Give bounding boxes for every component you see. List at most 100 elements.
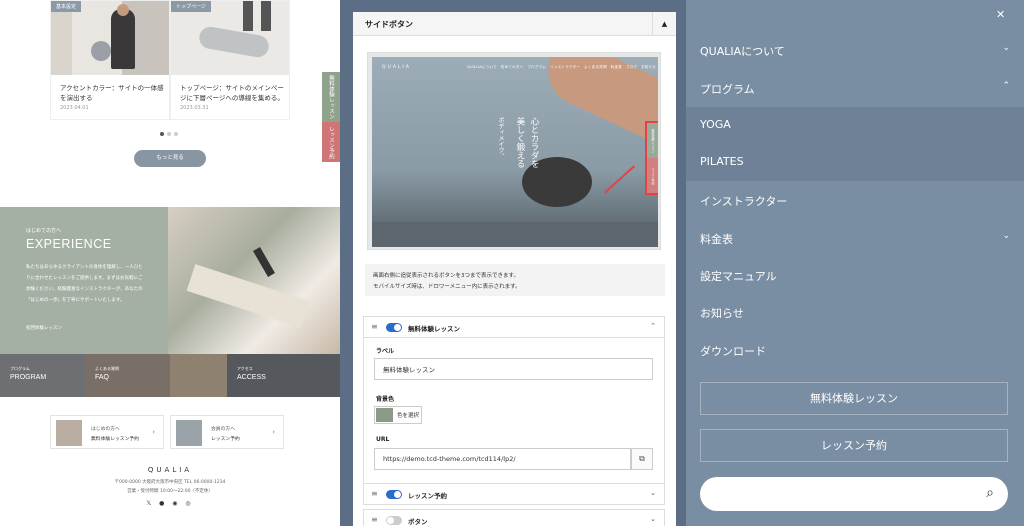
menu-item-about[interactable]: QUALIAについて ⌄ xyxy=(686,32,1024,69)
card-tag: トップページ xyxy=(171,1,211,12)
card-line2: レッスン予約 xyxy=(211,437,240,442)
drag-handle-icon[interactable]: ≡ xyxy=(371,490,378,498)
social-icons[interactable]: 𝕏 ● ◉ ◎ xyxy=(0,500,340,507)
button-settings: ラベル 背景色 色を選択 URL ⧉ xyxy=(363,338,665,485)
button-row-3[interactable]: ≡ ボタン ⌄ xyxy=(363,509,665,526)
toggle-switch[interactable] xyxy=(386,516,402,525)
button-row-reserve[interactable]: ≡ レッスン予約 ⌄ xyxy=(363,483,665,505)
close-icon[interactable]: ✕ xyxy=(996,8,1005,21)
url-field-label: URL xyxy=(376,436,390,443)
trial-lesson-button[interactable]: 無料体験レッスン xyxy=(700,382,1008,415)
info-line2: モバイルサイズ時は、ドロワーメニュー内に表示されます。 xyxy=(373,284,521,290)
button-row-trial[interactable]: ≡ 無料体験レッスン ⌃ xyxy=(363,316,665,338)
tile-label: ACCESS xyxy=(237,374,266,381)
tile-sub: プログラム xyxy=(10,366,30,371)
preview-nav: QUALIAについて 初めての方へ プログラム インストラクター よくある質問 … xyxy=(467,65,657,69)
lesson-reserve-button[interactable]: レッスン予約 xyxy=(700,429,1008,462)
info-line1: 画面右側に追従表示されるボタンを3つまで表示できます。 xyxy=(373,273,519,279)
row-label: レッスン予約 xyxy=(408,492,447,500)
menu-item-price[interactable]: 料金表 ⌄ xyxy=(686,220,1024,257)
label-field-label: ラベル xyxy=(376,348,395,355)
mobile-drawer-menu: ✕ QUALIAについて ⌄ プログラム ⌃ YOGA PILATES インストラク… xyxy=(686,0,1024,526)
more-button[interactable]: もっと見る xyxy=(134,150,206,167)
chevron-right-icon: › xyxy=(152,428,155,436)
menu-item-download[interactable]: ダウンロード xyxy=(686,332,1024,369)
access-tile[interactable]: アクセス ACCESS xyxy=(227,354,340,397)
experience-title: EXPERIENCE xyxy=(26,237,112,251)
color-picker-button[interactable]: 色を選択 xyxy=(374,406,422,424)
chevron-down-icon[interactable]: ⌄ xyxy=(650,515,656,523)
card-title: アクセントカラー：サイトの一体感を演出する xyxy=(60,84,164,102)
preview-catch2: ボディメイク。 xyxy=(497,117,504,159)
side-tab-reserve[interactable]: レッスン予約 xyxy=(322,122,340,162)
card-thumb xyxy=(56,420,82,446)
preview-catch1: 心とカラダを xyxy=(529,117,539,168)
carousel-dot[interactable] xyxy=(167,132,171,136)
external-link-icon[interactable]: ⧉ xyxy=(631,448,653,470)
bg-color-label: 背景色 xyxy=(376,396,395,403)
carousel-dot[interactable] xyxy=(160,132,164,136)
tile-sub: よくある質問 xyxy=(95,366,119,371)
chevron-down-icon[interactable]: ⌄ xyxy=(1002,43,1010,53)
experience-photo xyxy=(168,207,340,354)
drag-handle-icon[interactable]: ≡ xyxy=(371,516,378,524)
color-swatch xyxy=(376,408,393,422)
menu-label: インストラクター xyxy=(700,195,788,208)
side-tab-trial[interactable]: 無料体験レッスン xyxy=(322,72,340,122)
experience-body: 私たちはあらゆるクライアントの身体を理解し、一人ひとりに合わせたレッスンをご提供… xyxy=(26,265,143,303)
menu-label: 料金表 xyxy=(700,233,733,246)
menu-label: ダウンロード xyxy=(700,345,766,358)
menu-label: プログラム xyxy=(700,83,755,96)
preview-logo: QUALIA xyxy=(382,65,411,70)
collapse-arrow-icon[interactable]: ▲ xyxy=(652,12,676,36)
reserve-link-card[interactable]: 会員の方へ レッスン予約 › xyxy=(170,415,284,449)
menu-item-news[interactable]: お知らせ xyxy=(686,294,1024,331)
menu-item-program[interactable]: プログラム ⌃ xyxy=(686,70,1024,107)
card-date: 2023.04.01 xyxy=(60,105,89,111)
card-title: トップページ：サイトのメインページに下層ページへの導線を集める。 xyxy=(180,84,284,102)
blog-card[interactable]: トップページ トップページ：サイトのメインページに下層ページへの導線を集める。 … xyxy=(170,0,290,120)
chevron-down-icon[interactable]: ⌄ xyxy=(650,489,656,497)
chevron-up-icon[interactable]: ⌃ xyxy=(1002,81,1010,91)
faq-tile[interactable]: よくある質問 FAQ xyxy=(85,354,170,397)
site-preview-desktop: 基本設定 アクセントカラー：サイトの一体感を演出する 2023.04.01 トッ… xyxy=(0,0,340,526)
drag-handle-icon[interactable]: ≡ xyxy=(371,323,378,331)
blog-card[interactable]: 基本設定 アクセントカラー：サイトの一体感を演出する 2023.04.01 xyxy=(50,0,170,120)
preview-hero: QUALIA QUALIAについて 初めての方へ プログラム インストラクター … xyxy=(372,57,658,247)
chevron-down-icon[interactable]: ⌄ xyxy=(1002,231,1010,241)
card-photo xyxy=(51,1,169,75)
url-input[interactable] xyxy=(374,448,631,470)
tile-label: FAQ xyxy=(95,374,110,381)
toggle-switch[interactable] xyxy=(386,323,402,332)
experience-subtitle: はじめての方へ xyxy=(26,228,62,234)
card-tag: 基本設定 xyxy=(51,1,82,12)
search-input[interactable]: ⌕ xyxy=(700,477,1008,511)
menu-item-pilates[interactable]: PILATES xyxy=(686,144,1024,181)
panel-title: サイドボタン xyxy=(365,20,413,29)
carousel-dot[interactable] xyxy=(174,132,178,136)
panel-header[interactable]: サイドボタン ▲ xyxy=(353,12,676,36)
tile-label: PROGRAM xyxy=(10,374,47,381)
menu-label: 設定マニュアル xyxy=(700,270,777,283)
menu-item-yoga[interactable]: YOGA xyxy=(686,107,1024,144)
toggle-switch[interactable] xyxy=(386,490,402,499)
experience-box: はじめての方へ EXPERIENCE 私たちはあらゆるクライアントの身体を理解し… xyxy=(0,207,168,354)
card-line1: はじめの方へ xyxy=(91,427,120,432)
search-icon[interactable]: ⌕ xyxy=(986,485,994,501)
menu-item-manual[interactable]: 設定マニュアル xyxy=(686,257,1024,294)
chevron-up-icon[interactable]: ⌃ xyxy=(650,322,656,330)
card-thumb xyxy=(176,420,202,446)
chevron-right-icon: › xyxy=(272,428,275,436)
menu-label: お知らせ xyxy=(700,307,744,320)
experience-link[interactable]: 初回体験レッスン xyxy=(26,325,62,331)
card-line2: 無料体験レッスン予約 xyxy=(91,437,139,442)
row-label: 無料体験レッスン xyxy=(408,325,460,333)
menu-label: YOGA xyxy=(700,118,731,131)
program-tile[interactable]: プログラム PROGRAM xyxy=(0,354,85,397)
preview-image: QUALIA QUALIAについて 初めての方へ プログラム インストラクター … xyxy=(367,52,661,250)
label-input[interactable] xyxy=(374,358,653,380)
trial-link-card[interactable]: はじめの方へ 無料体験レッスン予約 › xyxy=(50,415,164,449)
tile-sub: アクセス xyxy=(237,366,253,371)
info-box: 画面右側に追従表示されるボタンを3つまで表示できます。 モバイルサイズ時は、ドロ… xyxy=(365,264,665,296)
menu-item-instructor[interactable]: インストラクター xyxy=(686,182,1024,219)
